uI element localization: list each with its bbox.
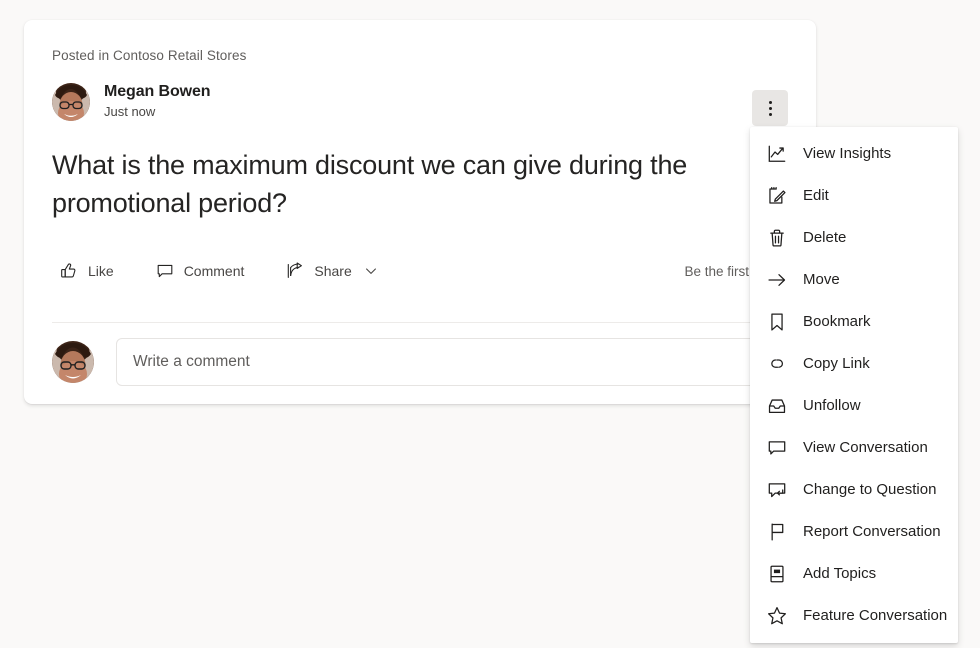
author-avatar[interactable] — [52, 82, 90, 121]
menu-item-label: Copy Link — [803, 355, 870, 372]
author-name[interactable]: Megan Bowen — [104, 82, 211, 101]
menu-item-view-conversation[interactable]: View Conversation — [750, 427, 958, 469]
like-button-label: Like — [88, 263, 114, 279]
link-chain-icon — [766, 353, 788, 375]
comment-bubble-icon — [156, 262, 174, 280]
menu-item-change-to-question[interactable]: Change to Question — [750, 469, 958, 511]
menu-item-label: View Insights — [803, 145, 892, 162]
menu-item-label: Feature Conversation — [803, 607, 948, 624]
menu-item-label: Change to Question — [803, 481, 937, 498]
menu-item-label: Add Topics — [803, 565, 877, 582]
current-user-avatar[interactable] — [52, 341, 94, 383]
post-action-bar: Like Comment Share Be the first to like — [52, 248, 788, 294]
thumbs-up-icon — [60, 262, 78, 280]
menu-item-edit[interactable]: Edit — [750, 175, 958, 217]
share-button-label: Share — [314, 263, 352, 279]
menu-item-feature-conversation[interactable]: Feature Conversation — [750, 595, 958, 637]
menu-item-label: Delete — [803, 229, 847, 246]
posted-in-group-label: Posted in Contoso Retail Stores — [52, 48, 247, 63]
comment-button-label: Comment — [183, 263, 245, 279]
author-row: Megan Bowen Just now — [52, 82, 211, 121]
write-comment-input[interactable] — [116, 338, 816, 386]
share-arrow-icon — [286, 262, 304, 280]
more-options-button[interactable] — [752, 90, 788, 126]
bookmark-icon — [766, 311, 788, 333]
comment-button[interactable]: Comment — [148, 255, 253, 287]
comment-divider — [52, 322, 812, 323]
menu-item-label: Bookmark — [803, 313, 871, 330]
post-card: Posted in Contoso Retail Stores Megan Bo… — [24, 20, 816, 404]
insights-chart-icon — [766, 143, 788, 165]
post-body-text: What is the maximum discount we can give… — [52, 150, 688, 218]
like-button[interactable]: Like — [52, 255, 122, 287]
post-options-context-menu: View Insights Edit Delete Move Bookmark … — [750, 127, 958, 643]
post-timestamp: Just now — [104, 104, 156, 119]
menu-item-label: Edit — [803, 187, 829, 204]
menu-item-copy-link[interactable]: Copy Link — [750, 343, 958, 385]
star-icon — [766, 605, 788, 627]
chevron-down-icon[interactable] — [364, 264, 378, 278]
edit-pencil-icon — [766, 185, 788, 207]
menu-item-label: Unfollow — [803, 397, 861, 414]
menu-item-label: Report Conversation — [803, 523, 941, 540]
menu-item-label: View Conversation — [803, 439, 928, 456]
menu-item-delete[interactable]: Delete — [750, 217, 958, 259]
menu-item-move[interactable]: Move — [750, 259, 958, 301]
trash-icon — [766, 227, 788, 249]
change-to-question-icon — [766, 479, 788, 501]
author-meta: Megan Bowen Just now — [104, 82, 211, 121]
ellipsis-vertical-icon — [768, 100, 772, 116]
unfollow-inbox-icon — [766, 395, 788, 417]
flag-icon — [766, 521, 788, 543]
conversation-bubble-icon — [766, 437, 788, 459]
menu-item-view-insights[interactable]: View Insights — [750, 133, 958, 175]
menu-item-add-topics[interactable]: Add Topics — [750, 553, 958, 595]
share-button[interactable]: Share — [278, 255, 385, 287]
menu-item-label: Move — [803, 271, 840, 288]
menu-item-report-conversation[interactable]: Report Conversation — [750, 511, 958, 553]
arrow-right-icon — [766, 269, 788, 291]
menu-item-bookmark[interactable]: Bookmark — [750, 301, 958, 343]
menu-item-unfollow[interactable]: Unfollow — [750, 385, 958, 427]
comment-row — [52, 338, 816, 386]
topics-book-icon — [766, 563, 788, 585]
